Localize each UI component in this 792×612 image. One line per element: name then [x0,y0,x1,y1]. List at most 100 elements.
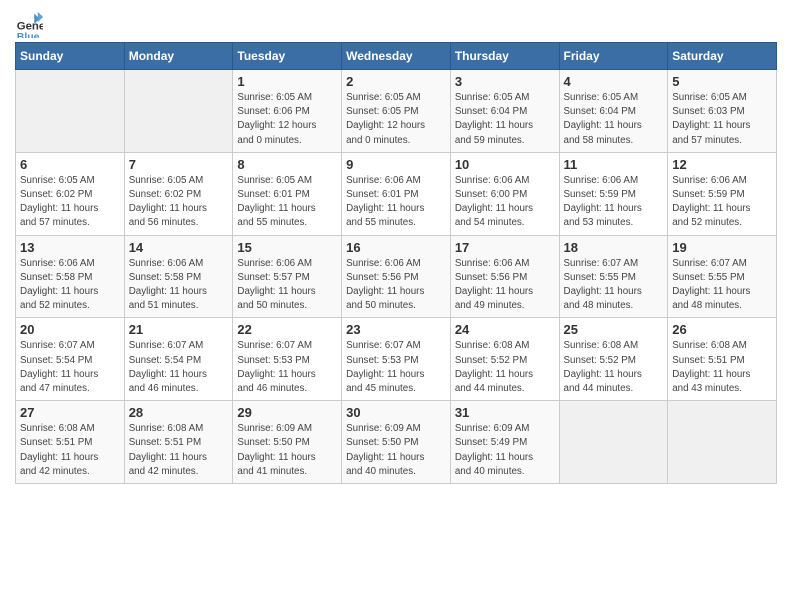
calendar-cell: 30Sunrise: 6:09 AMSunset: 5:50 PMDayligh… [342,401,451,484]
day-info: Sunrise: 6:06 AMSunset: 5:56 PMDaylight:… [346,257,446,314]
calendar-cell: 15 Sunrise: 6:06 AMSunset: 5:57 PMDayligh… [233,235,342,318]
day-info: Sunrise: 6:06 AMSunset: 5:56 PMDaylight:… [455,257,555,314]
page-container: General Blue SundayMondayTuesdayWednesda… [0,0,792,499]
weekday-thursday: Thursday [450,43,559,70]
day-number: 24 [455,322,555,337]
weekday-wednesday: Wednesday [342,43,451,70]
day-info: Sunrise: 6:07 AMSunset: 5:54 PMDaylight:… [129,339,229,396]
calendar-cell [559,401,668,484]
day-info: Sunrise: 6:05 AMSunset: 6:03 PMDaylight:… [672,91,772,148]
calendar-cell: 19Sunrise: 6:07 AMSunset: 5:55 PMDayligh… [668,235,777,318]
weekday-monday: Monday [124,43,233,70]
calendar-cell: 3 Sunrise: 6:05 AMSunset: 6:04 PMDaylight… [450,70,559,153]
day-info: Sunrise: 6:09 AMSunset: 5:50 PMDaylight:… [237,422,337,479]
day-number: 3 [455,74,555,89]
day-number: 22 [237,322,337,337]
logo-icon: General Blue [15,10,43,38]
day-info: Sunrise: 6:09 AMSunset: 5:49 PMDaylight:… [455,422,555,479]
day-info: Sunrise: 6:05 AMSunset: 6:02 PMDaylight:… [129,174,229,231]
day-info: Sunrise: 6:05 AMSunset: 6:01 PMDaylight:… [237,174,337,231]
weekday-friday: Friday [559,43,668,70]
weekday-sunday: Sunday [16,43,125,70]
day-info: Sunrise: 6:05 AMSunset: 6:02 PMDaylight:… [20,174,120,231]
svg-text:Blue: Blue [17,31,40,38]
day-info: Sunrise: 6:06 AMSunset: 5:59 PMDaylight:… [564,174,664,231]
day-number: 21 [129,322,229,337]
calendar-cell: 2Sunrise: 6:05 AMSunset: 6:05 PMDaylight… [342,70,451,153]
day-number: 17 [455,240,555,255]
day-info: Sunrise: 6:06 AMSunset: 6:00 PMDaylight:… [455,174,555,231]
calendar-cell: 21 Sunrise: 6:07 AMSunset: 5:54 PMDayligh… [124,318,233,401]
calendar-cell [16,70,125,153]
day-info: Sunrise: 6:08 AMSunset: 5:51 PMDaylight:… [20,422,120,479]
day-info: Sunrise: 6:07 AMSunset: 5:53 PMDaylight:… [346,339,446,396]
calendar-cell [668,401,777,484]
calendar-cell: 22Sunrise: 6:07 AMSunset: 5:53 PMDayligh… [233,318,342,401]
weekday-header-row: SundayMondayTuesdayWednesdayThursdayFrid… [16,43,777,70]
day-info: Sunrise: 6:06 AMSunset: 6:01 PMDaylight:… [346,174,446,231]
day-number: 2 [346,74,446,89]
calendar-week-2: 6Sunrise: 6:05 AMSunset: 6:02 PMDaylight… [16,152,777,235]
day-number: 10 [455,157,555,172]
calendar-cell: 28 Sunrise: 6:08 AMSunset: 5:51 PMDayligh… [124,401,233,484]
day-info: Sunrise: 6:08 AMSunset: 5:52 PMDaylight:… [564,339,664,396]
calendar-week-3: 13 Sunrise: 6:06 AMSunset: 5:58 PMDayligh… [16,235,777,318]
day-number: 19 [672,240,772,255]
day-number: 7 [129,157,229,172]
day-number: 14 [129,240,229,255]
calendar-cell: 5 Sunrise: 6:05 AMSunset: 6:03 PMDaylight… [668,70,777,153]
day-info: Sunrise: 6:07 AMSunset: 5:54 PMDaylight:… [20,339,120,396]
day-number: 12 [672,157,772,172]
calendar-cell: 20Sunrise: 6:07 AMSunset: 5:54 PMDayligh… [16,318,125,401]
day-number: 13 [20,240,120,255]
weekday-saturday: Saturday [668,43,777,70]
day-number: 4 [564,74,664,89]
calendar-cell: 14 Sunrise: 6:06 AMSunset: 5:58 PMDayligh… [124,235,233,318]
day-number: 1 [237,74,337,89]
day-info: Sunrise: 6:06 AMSunset: 5:58 PMDaylight:… [129,257,229,314]
calendar-cell: 10 Sunrise: 6:06 AMSunset: 6:00 PMDayligh… [450,152,559,235]
day-number: 30 [346,405,446,420]
calendar-cell: 23 Sunrise: 6:07 AMSunset: 5:53 PMDayligh… [342,318,451,401]
calendar-cell: 7 Sunrise: 6:05 AMSunset: 6:02 PMDaylight… [124,152,233,235]
calendar-cell: 16 Sunrise: 6:06 AMSunset: 5:56 PMDayligh… [342,235,451,318]
day-number: 5 [672,74,772,89]
day-number: 29 [237,405,337,420]
logo: General Blue [15,10,47,38]
day-info: Sunrise: 6:06 AMSunset: 5:59 PMDaylight:… [672,174,772,231]
day-number: 27 [20,405,120,420]
day-number: 9 [346,157,446,172]
day-info: Sunrise: 6:08 AMSunset: 5:51 PMDaylight:… [672,339,772,396]
calendar-cell: 12 Sunrise: 6:06 AMSunset: 5:59 PMDayligh… [668,152,777,235]
day-number: 25 [564,322,664,337]
calendar-cell: 27 Sunrise: 6:08 AMSunset: 5:51 PMDayligh… [16,401,125,484]
calendar-cell: 29 Sunrise: 6:09 AMSunset: 5:50 PMDayligh… [233,401,342,484]
day-info: Sunrise: 6:05 AMSunset: 6:06 PMDaylight:… [237,91,337,148]
calendar-week-4: 20Sunrise: 6:07 AMSunset: 5:54 PMDayligh… [16,318,777,401]
day-info: Sunrise: 6:08 AMSunset: 5:51 PMDaylight:… [129,422,229,479]
day-info: Sunrise: 6:06 AMSunset: 5:57 PMDaylight:… [237,257,337,314]
day-number: 23 [346,322,446,337]
calendar-cell: 6Sunrise: 6:05 AMSunset: 6:02 PMDaylight… [16,152,125,235]
day-info: Sunrise: 6:06 AMSunset: 5:58 PMDaylight:… [20,257,120,314]
day-info: Sunrise: 6:05 AMSunset: 6:04 PMDaylight:… [564,91,664,148]
calendar-cell: 31 Sunrise: 6:09 AMSunset: 5:49 PMDayligh… [450,401,559,484]
day-number: 15 [237,240,337,255]
day-number: 31 [455,405,555,420]
calendar-table: SundayMondayTuesdayWednesdayThursdayFrid… [15,42,777,484]
day-number: 26 [672,322,772,337]
header: General Blue [15,10,777,38]
calendar-cell: 25 Sunrise: 6:08 AMSunset: 5:52 PMDayligh… [559,318,668,401]
day-number: 8 [237,157,337,172]
day-info: Sunrise: 6:05 AMSunset: 6:04 PMDaylight:… [455,91,555,148]
calendar-cell: 9 Sunrise: 6:06 AMSunset: 6:01 PMDaylight… [342,152,451,235]
calendar-cell: 17 Sunrise: 6:06 AMSunset: 5:56 PMDayligh… [450,235,559,318]
day-number: 18 [564,240,664,255]
calendar-cell [124,70,233,153]
day-number: 28 [129,405,229,420]
day-number: 11 [564,157,664,172]
calendar-cell: 18 Sunrise: 6:07 AMSunset: 5:55 PMDayligh… [559,235,668,318]
calendar-week-5: 27 Sunrise: 6:08 AMSunset: 5:51 PMDayligh… [16,401,777,484]
day-info: Sunrise: 6:07 AMSunset: 5:55 PMDaylight:… [564,257,664,314]
day-number: 16 [346,240,446,255]
